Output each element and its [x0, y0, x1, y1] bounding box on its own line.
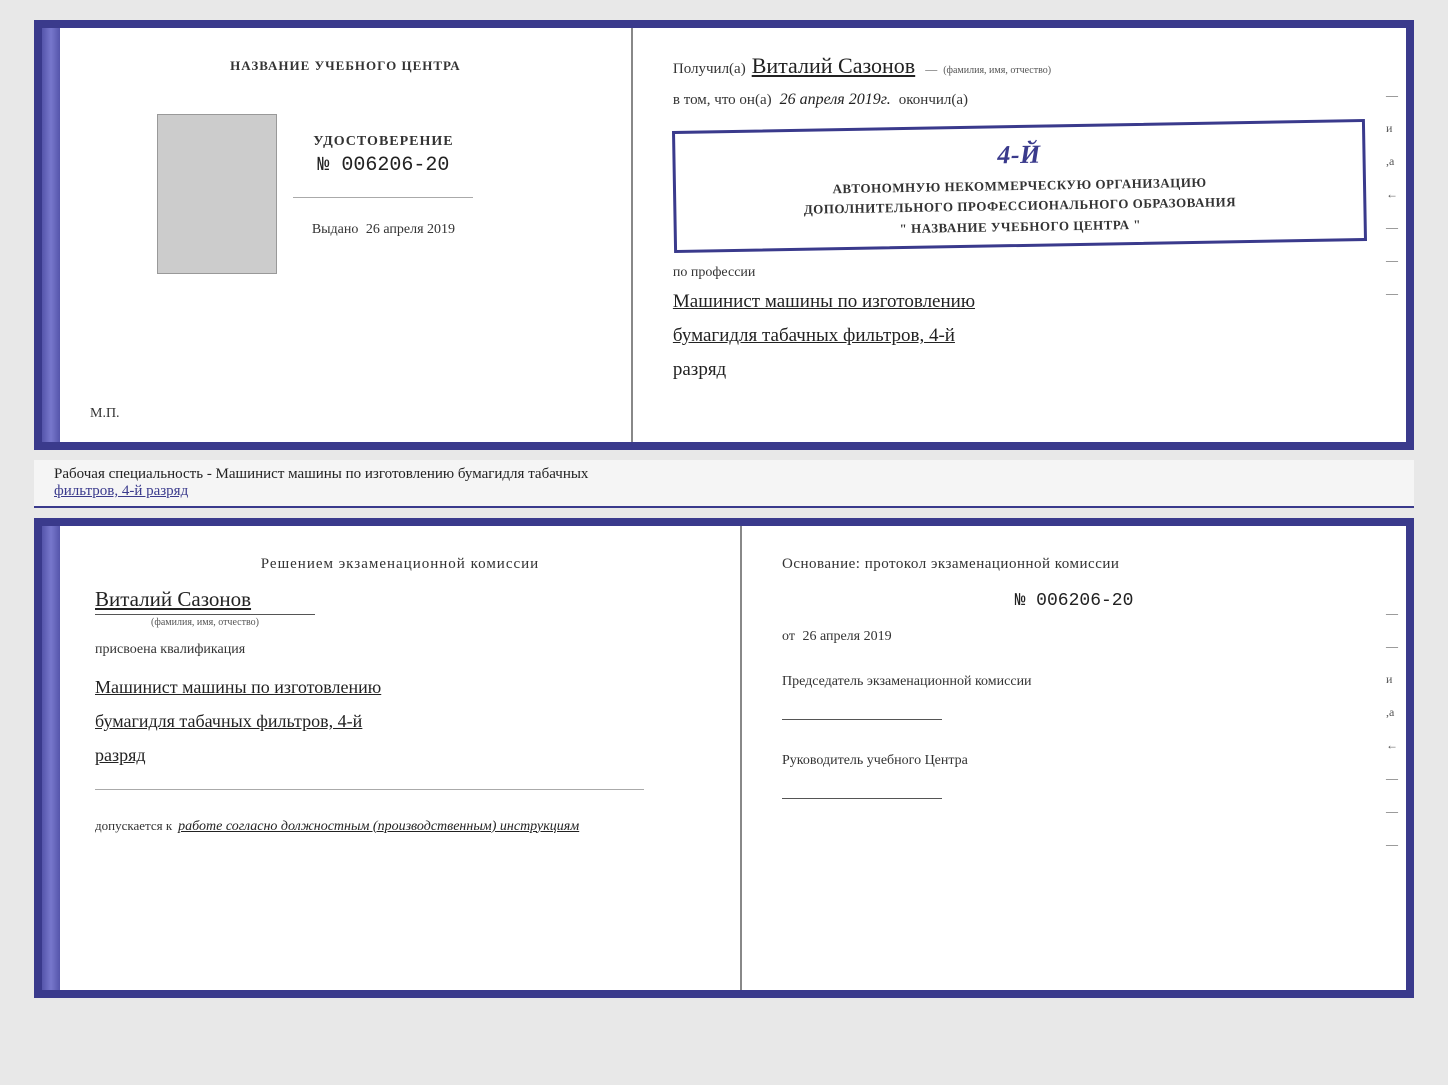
bmark-1: —	[1386, 606, 1398, 621]
director-signature	[782, 779, 942, 799]
cert-right-panel: Получил(а) Виталий Сазонов — (фамилия, и…	[633, 28, 1406, 442]
info-bar-text: Рабочая специальность - Машинист машины …	[54, 466, 588, 482]
cert-number: № 006206-20	[313, 154, 453, 177]
cert-left-panel: НАЗВАНИЕ УЧЕБНОГО ЦЕНТРА УДОСТОВЕРЕНИЕ №…	[60, 28, 633, 442]
bmark-2: —	[1386, 639, 1398, 654]
fio-label-top: (фамилия, имя, отчество)	[943, 65, 1051, 76]
received-line: Получил(а) Виталий Сазонов — (фамилия, и…	[673, 53, 1366, 79]
bmark-8: —	[1386, 837, 1398, 852]
cert-number-section: УДОСТОВЕРЕНИЕ № 006206-20	[313, 134, 453, 177]
profession-section: по профессии Машинист машины по изготовл…	[673, 259, 1366, 388]
center-title: НАЗВАНИЕ УЧЕБНОГО ЦЕНТРА	[230, 58, 461, 74]
allowed-line: допускается к работе согласно должностны…	[95, 818, 705, 835]
person-name-section-bottom: Виталий Сазонов (фамилия, имя, отчество)	[95, 587, 705, 628]
bottom-left-panel: Решением экзаменационной комиссии Витали…	[60, 526, 742, 990]
bottom-certificate: Решением экзаменационной комиссии Витали…	[34, 518, 1414, 998]
bmark-7: —	[1386, 804, 1398, 819]
info-bar: Рабочая специальность - Машинист машины …	[34, 460, 1414, 508]
info-bar-underline: фильтров, 4-й разряд	[54, 483, 188, 499]
in-that-prefix: в том, что он(а)	[673, 92, 772, 109]
issued-label: Выдано	[312, 222, 359, 237]
director-label: Руководитель учебного Центра	[782, 750, 1366, 771]
date-handwritten-top: 26 апреля 2019г.	[780, 91, 891, 109]
allowed-prefix: допускается к	[95, 818, 172, 834]
photo-placeholder	[157, 114, 277, 274]
organization-block: 4-й АВТОНОМНУЮ НЕКОММЕРЧЕСКУЮ ОРГАНИЗАЦИ…	[672, 119, 1367, 253]
qualification-hw: Машинист машины по изготовлению бумагидл…	[95, 670, 705, 773]
mark-5: —	[1386, 220, 1398, 235]
chairman-signature	[782, 700, 942, 720]
allowed-hw: работе согласно должностным (производств…	[178, 819, 579, 835]
fio-label-bottom: (фамилия, имя, отчество)	[95, 614, 315, 628]
chairman-section: Председатель экзаменационной комиссии	[782, 671, 1366, 720]
mark-3: ,а	[1386, 154, 1398, 169]
received-prefix: Получил(а)	[673, 61, 746, 78]
profession-hw: Машинист машины по изготовлениюбумагидля…	[673, 285, 1366, 388]
date-prefix-bottom: от	[782, 629, 795, 644]
side-marks-bottom: — — и ,а ← — — —	[1386, 606, 1398, 852]
bmark-5: ←	[1386, 738, 1398, 753]
protocol-number: № 006206-20	[782, 591, 1366, 611]
bmark-3: и	[1386, 672, 1398, 687]
document-container: НАЗВАНИЕ УЧЕБНОГО ЦЕНТРА УДОСТОВЕРЕНИЕ №…	[34, 20, 1414, 998]
bottom-right-panel: Основание: протокол экзаменационной коми…	[742, 526, 1406, 990]
issued-date: 26 апреля 2019	[366, 222, 455, 237]
bmark-4: ,а	[1386, 705, 1398, 720]
date-value-bottom: 26 апреля 2019	[802, 629, 891, 644]
bmark-6: —	[1386, 771, 1398, 786]
mark-1: —	[1386, 88, 1398, 103]
cert-spine-bottom	[42, 526, 60, 990]
profession-label: по профессии	[673, 265, 1366, 281]
mark-2: и	[1386, 121, 1398, 136]
side-marks-top: — и ,а ← — — —	[1386, 88, 1398, 301]
person-name-bottom: Виталий Сазонов	[95, 587, 705, 612]
cert-label: УДОСТОВЕРЕНИЕ	[313, 134, 453, 150]
qualification-label: присвоена квалификация	[95, 642, 705, 658]
mark-7: —	[1386, 286, 1398, 301]
cert-spine-top	[42, 28, 60, 442]
commission-title: Решением экзаменационной комиссии	[95, 556, 705, 573]
mark-4: ←	[1386, 187, 1398, 202]
finished-label: окончил(а)	[899, 92, 968, 109]
in-that-line: в том, что он(а) 26 апреля 2019г. окончи…	[673, 91, 1366, 109]
chairman-label: Председатель экзаменационной комиссии	[782, 671, 1366, 692]
date-line-bottom: от 26 апреля 2019	[782, 629, 1366, 645]
person-name-top: Виталий Сазонов	[752, 53, 915, 79]
director-section: Руководитель учебного Центра	[782, 750, 1366, 799]
basis-title: Основание: протокол экзаменационной коми…	[782, 556, 1366, 573]
mark-6: —	[1386, 253, 1398, 268]
top-certificate: НАЗВАНИЕ УЧЕБНОГО ЦЕНТРА УДОСТОВЕРЕНИЕ №…	[34, 20, 1414, 450]
mp-line: М.П.	[90, 396, 120, 422]
issued-line: Выдано 26 апреля 2019	[312, 222, 455, 238]
